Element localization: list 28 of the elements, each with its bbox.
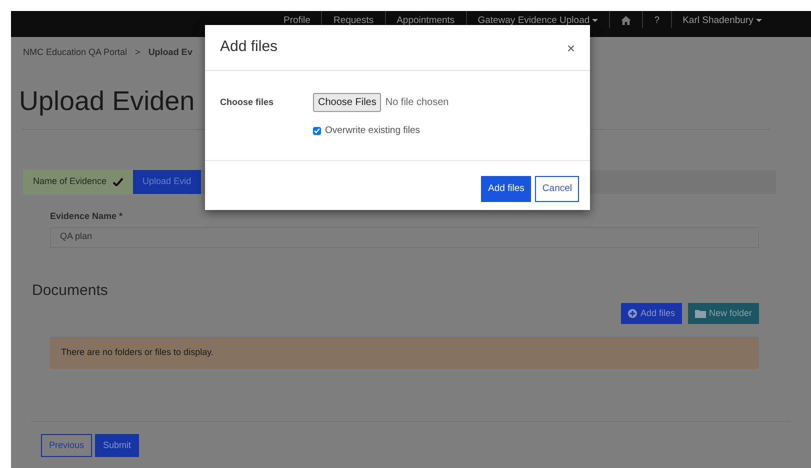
nav-link[interactable]: ? — [643, 11, 672, 28]
folder-icon — [694, 309, 706, 318]
page-title: Upload Eviden — [19, 84, 195, 117]
choose-files-button[interactable]: Choose Files — [313, 93, 382, 112]
nav-dropdown[interactable]: Karl Shadenbury — [672, 11, 773, 28]
close-button[interactable]: × — [564, 40, 577, 54]
overwrite-checkbox[interactable] — [313, 127, 321, 136]
add-files-button[interactable]: Add files — [621, 302, 682, 324]
step-tab[interactable]: Name of Evidence — [23, 170, 133, 194]
add-files-button[interactable]: Add files — [480, 176, 532, 202]
cancel-button[interactable]: Cancel — [535, 176, 579, 202]
evidence-name-field[interactable]: QA plan — [50, 227, 759, 248]
empty-message: There are no folders or files to display. — [50, 336, 759, 369]
checkmark-icon — [112, 178, 123, 186]
field-label: Evidence Name * — [50, 210, 124, 223]
field-label: Choose files — [220, 96, 275, 109]
section-title: Documents — [32, 281, 109, 302]
home-icon — [621, 16, 632, 25]
checkbox-label: Overwrite existing files — [325, 124, 420, 138]
plus-circle-icon — [628, 309, 638, 318]
submit-button[interactable]: Submit — [95, 434, 140, 458]
breadcrumb-separator: > — [135, 47, 140, 57]
caret-icon — [756, 18, 762, 22]
modal-title: Add files — [220, 37, 278, 58]
breadcrumb-current: Upload Ev — [148, 47, 192, 57]
file-status: No file chosen — [385, 96, 449, 110]
caret-icon — [592, 18, 598, 22]
breadcrumb-link[interactable]: NMC Education QA Portal — [23, 47, 128, 57]
